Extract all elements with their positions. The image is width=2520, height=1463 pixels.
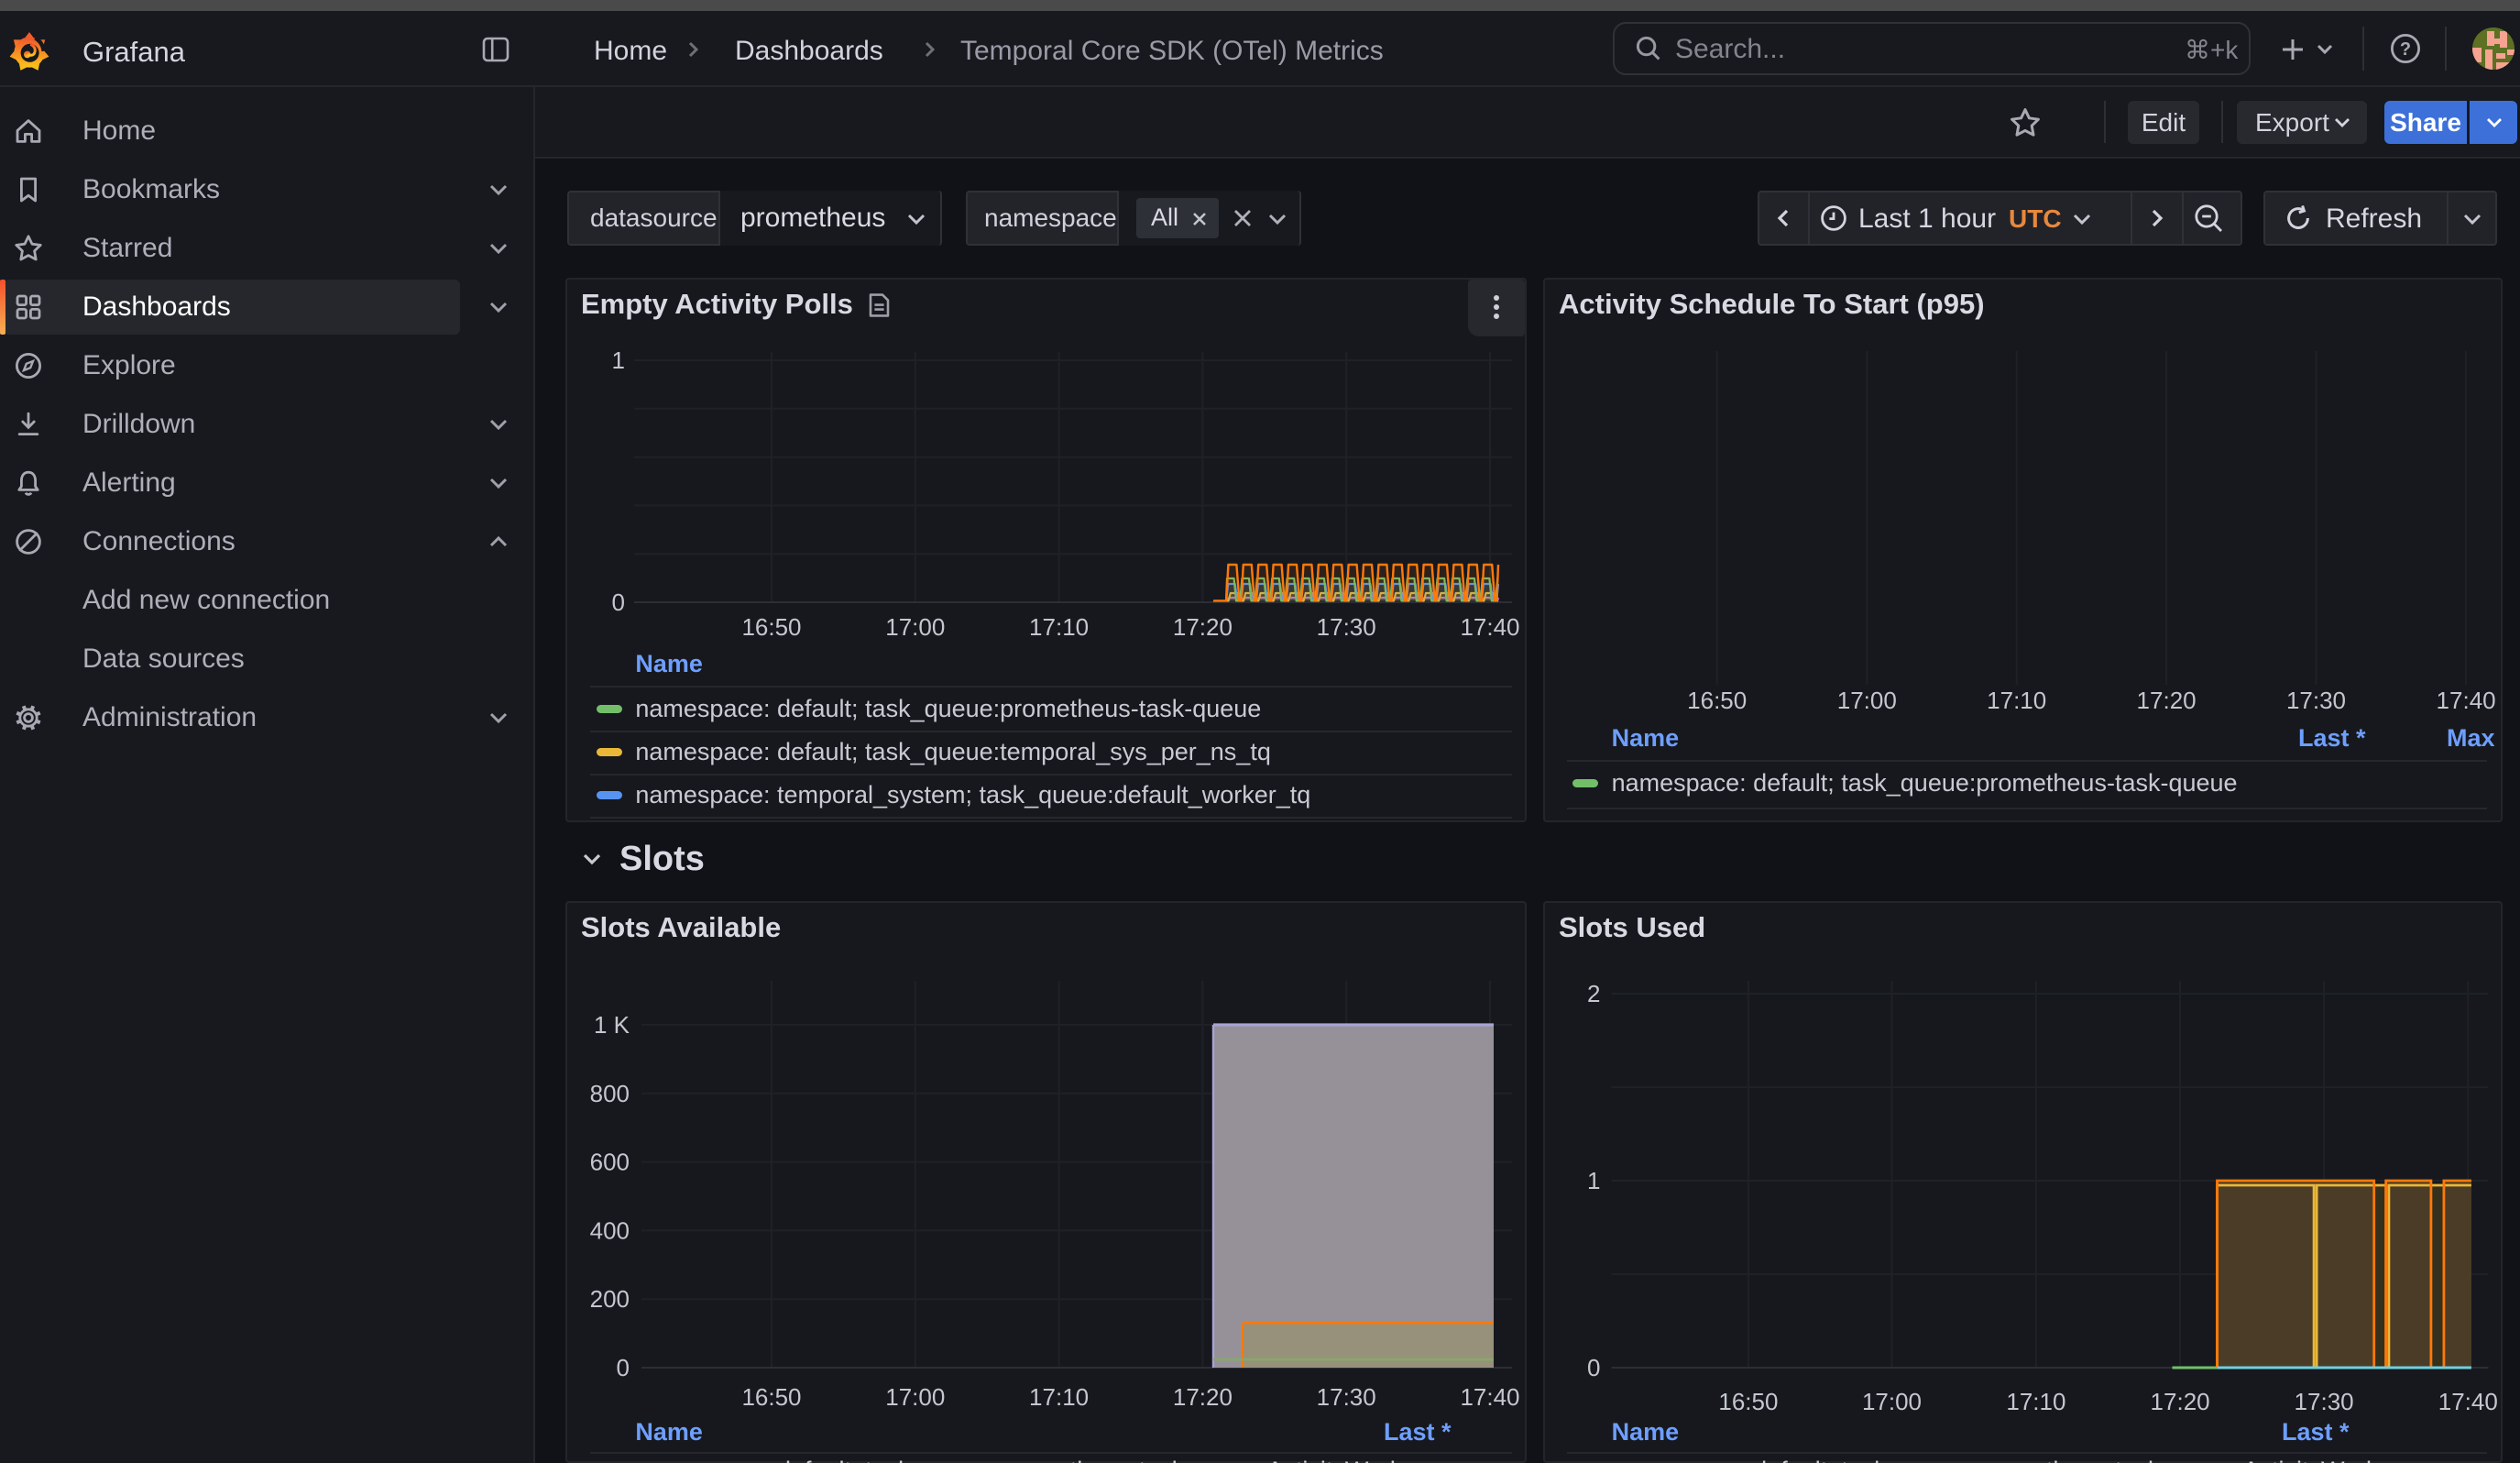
svg-text:17:10: 17:10 bbox=[1987, 687, 2046, 714]
svg-text:16:50: 16:50 bbox=[1718, 1388, 1778, 1415]
svg-text:17:30: 17:30 bbox=[1317, 1383, 1376, 1411]
svg-text:1 K: 1 K bbox=[594, 1011, 630, 1039]
svg-text:17:10: 17:10 bbox=[1029, 1383, 1089, 1411]
svg-text:17:20: 17:20 bbox=[1173, 1383, 1233, 1411]
svg-text:17:10: 17:10 bbox=[1029, 613, 1089, 641]
svg-text:0: 0 bbox=[617, 1354, 630, 1381]
svg-text:0: 0 bbox=[612, 588, 625, 616]
svg-text:200: 200 bbox=[590, 1285, 630, 1313]
svg-text:17:30: 17:30 bbox=[2294, 1388, 2353, 1415]
svg-text:2: 2 bbox=[1587, 980, 1600, 1007]
svg-text:16:50: 16:50 bbox=[1687, 687, 1747, 714]
svg-text:17:00: 17:00 bbox=[885, 613, 945, 641]
svg-text:400: 400 bbox=[590, 1216, 630, 1244]
svg-text:16:50: 16:50 bbox=[741, 613, 801, 641]
svg-text:1: 1 bbox=[612, 346, 625, 374]
svg-text:0: 0 bbox=[1587, 1354, 1600, 1381]
svg-text:17:40: 17:40 bbox=[1460, 1383, 1519, 1411]
svg-text:600: 600 bbox=[590, 1149, 630, 1176]
svg-text:800: 800 bbox=[590, 1080, 630, 1107]
svg-text:17:40: 17:40 bbox=[1460, 613, 1519, 641]
svg-text:17:20: 17:20 bbox=[1173, 613, 1233, 641]
svg-text:17:30: 17:30 bbox=[1317, 613, 1376, 641]
svg-text:1: 1 bbox=[1587, 1167, 1600, 1194]
svg-text:17:10: 17:10 bbox=[2006, 1388, 2065, 1415]
svg-text:17:40: 17:40 bbox=[2436, 687, 2495, 714]
svg-text:17:40: 17:40 bbox=[2438, 1388, 2497, 1415]
svg-text:17:30: 17:30 bbox=[2285, 687, 2345, 714]
svg-text:17:00: 17:00 bbox=[1861, 1388, 1921, 1415]
svg-text:?: ? bbox=[2400, 39, 2411, 60]
svg-text:17:20: 17:20 bbox=[2136, 687, 2196, 714]
svg-text:17:00: 17:00 bbox=[885, 1383, 945, 1411]
svg-text:17:00: 17:00 bbox=[1836, 687, 1896, 714]
svg-text:17:20: 17:20 bbox=[2150, 1388, 2209, 1415]
svg-text:16:50: 16:50 bbox=[741, 1383, 801, 1411]
